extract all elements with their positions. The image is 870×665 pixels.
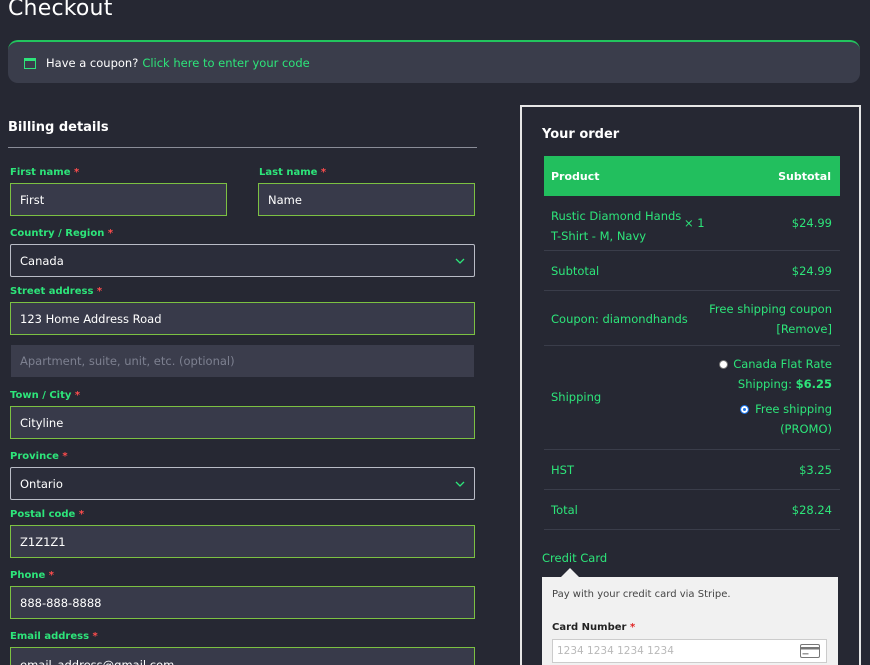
province-value: Ontario — [20, 476, 63, 491]
header-product: Product — [551, 169, 600, 183]
header-subtotal: Subtotal — [778, 169, 831, 183]
total-value: $28.24 — [791, 503, 832, 517]
subtotal-row: Subtotal $24.99 — [544, 251, 840, 291]
last-name-label: Last name * — [259, 167, 327, 178]
province-select[interactable]: Ontario — [10, 467, 475, 500]
card-number-input[interactable]: 1234 1234 1234 1234 — [552, 639, 827, 663]
page-title: Checkout — [8, 0, 113, 21]
flat-rate-price: $6.25 — [795, 377, 832, 391]
country-value: Canada — [20, 253, 64, 268]
apartment-field[interactable]: Apartment, suite, unit, etc. (optional) — [11, 345, 474, 377]
phone-label: Phone * — [10, 570, 54, 581]
shipping-option-free[interactable]: Free shipping — [719, 399, 832, 419]
coupon-row: Coupon: diamondhands Free shipping coupo… — [544, 291, 840, 346]
email-label: Email address * — [10, 631, 98, 642]
hst-row: HST $3.25 — [544, 450, 840, 490]
payment-description: Pay with your credit card via Stripe. — [552, 589, 731, 600]
order-table: Product Subtotal Rustic Diamond Hands T-… — [544, 156, 840, 530]
subtotal-label: Subtotal — [551, 264, 600, 278]
billing-title: Billing details — [8, 120, 109, 135]
item-qty: × 1 — [684, 216, 705, 230]
street-field[interactable]: 123 Home Address Road — [10, 302, 475, 335]
order-title: Your order — [542, 127, 620, 142]
city-field[interactable]: Cityline — [10, 406, 475, 439]
order-item-row: Rustic Diamond Hands T-Shirt - M, Navy ×… — [544, 196, 840, 251]
last-name-field[interactable]: Name — [258, 183, 475, 216]
hst-label: HST — [551, 463, 574, 477]
remove-coupon-link[interactable]: [Remove] — [709, 319, 832, 339]
credit-card-icon — [800, 644, 820, 658]
subtotal-value: $24.99 — [791, 264, 832, 278]
radio-unchecked[interactable] — [718, 360, 728, 369]
total-row: Total $28.24 — [544, 490, 840, 530]
total-label: Total — [551, 503, 578, 517]
calendar-icon — [24, 57, 36, 69]
radio-checked[interactable] — [740, 405, 750, 414]
chevron-down-icon — [455, 481, 465, 487]
credit-card-box: Pay with your credit card via Stripe. Ca… — [542, 577, 838, 665]
coupon-label: Coupon: diamondhands — [551, 312, 688, 326]
caret — [561, 568, 579, 577]
email-field[interactable]: email_address@gmail.com — [10, 647, 475, 665]
item-name: Rustic Diamond Hands T-Shirt - M, Navy — [551, 209, 682, 243]
country-label: Country / Region * — [10, 228, 114, 239]
hst-value: $3.25 — [799, 463, 832, 477]
postal-label: Postal code * — [10, 509, 85, 520]
coupon-notice: Have a coupon? Click here to enter your … — [8, 40, 860, 83]
coupon-link[interactable]: Click here to enter your code — [142, 56, 309, 70]
divider — [8, 147, 477, 148]
order-table-header: Product Subtotal — [544, 156, 840, 196]
country-select[interactable]: Canada — [10, 244, 475, 277]
shipping-option-flat-rate[interactable]: Canada Flat Rate — [718, 354, 832, 374]
shipping-row: Shipping Canada Flat Rate Shipping: $6.2… — [544, 346, 840, 450]
item-price: $24.99 — [791, 216, 832, 230]
province-label: Province * — [10, 451, 68, 462]
shipping-label: Shipping — [551, 390, 602, 404]
card-number-placeholder: 1234 1234 1234 1234 — [557, 645, 674, 657]
first-name-label: First name * — [10, 167, 80, 178]
phone-field[interactable]: 888-888-8888 — [10, 586, 475, 619]
street-label: Street address * — [10, 286, 103, 297]
postal-field[interactable]: Z1Z1Z1 — [10, 525, 475, 558]
city-label: Town / City * — [10, 390, 81, 401]
coupon-prompt: Have a coupon? — [46, 55, 139, 70]
first-name-field[interactable]: First — [10, 183, 227, 216]
card-number-label: Card Number * — [552, 622, 636, 633]
coupon-value: Free shipping coupon [Remove] — [709, 299, 832, 339]
payment-method-credit-card[interactable]: Credit Card — [542, 551, 607, 565]
chevron-down-icon — [455, 258, 465, 264]
shipping-options: Canada Flat Rate Shipping: $6.25 Free sh… — [718, 354, 832, 439]
